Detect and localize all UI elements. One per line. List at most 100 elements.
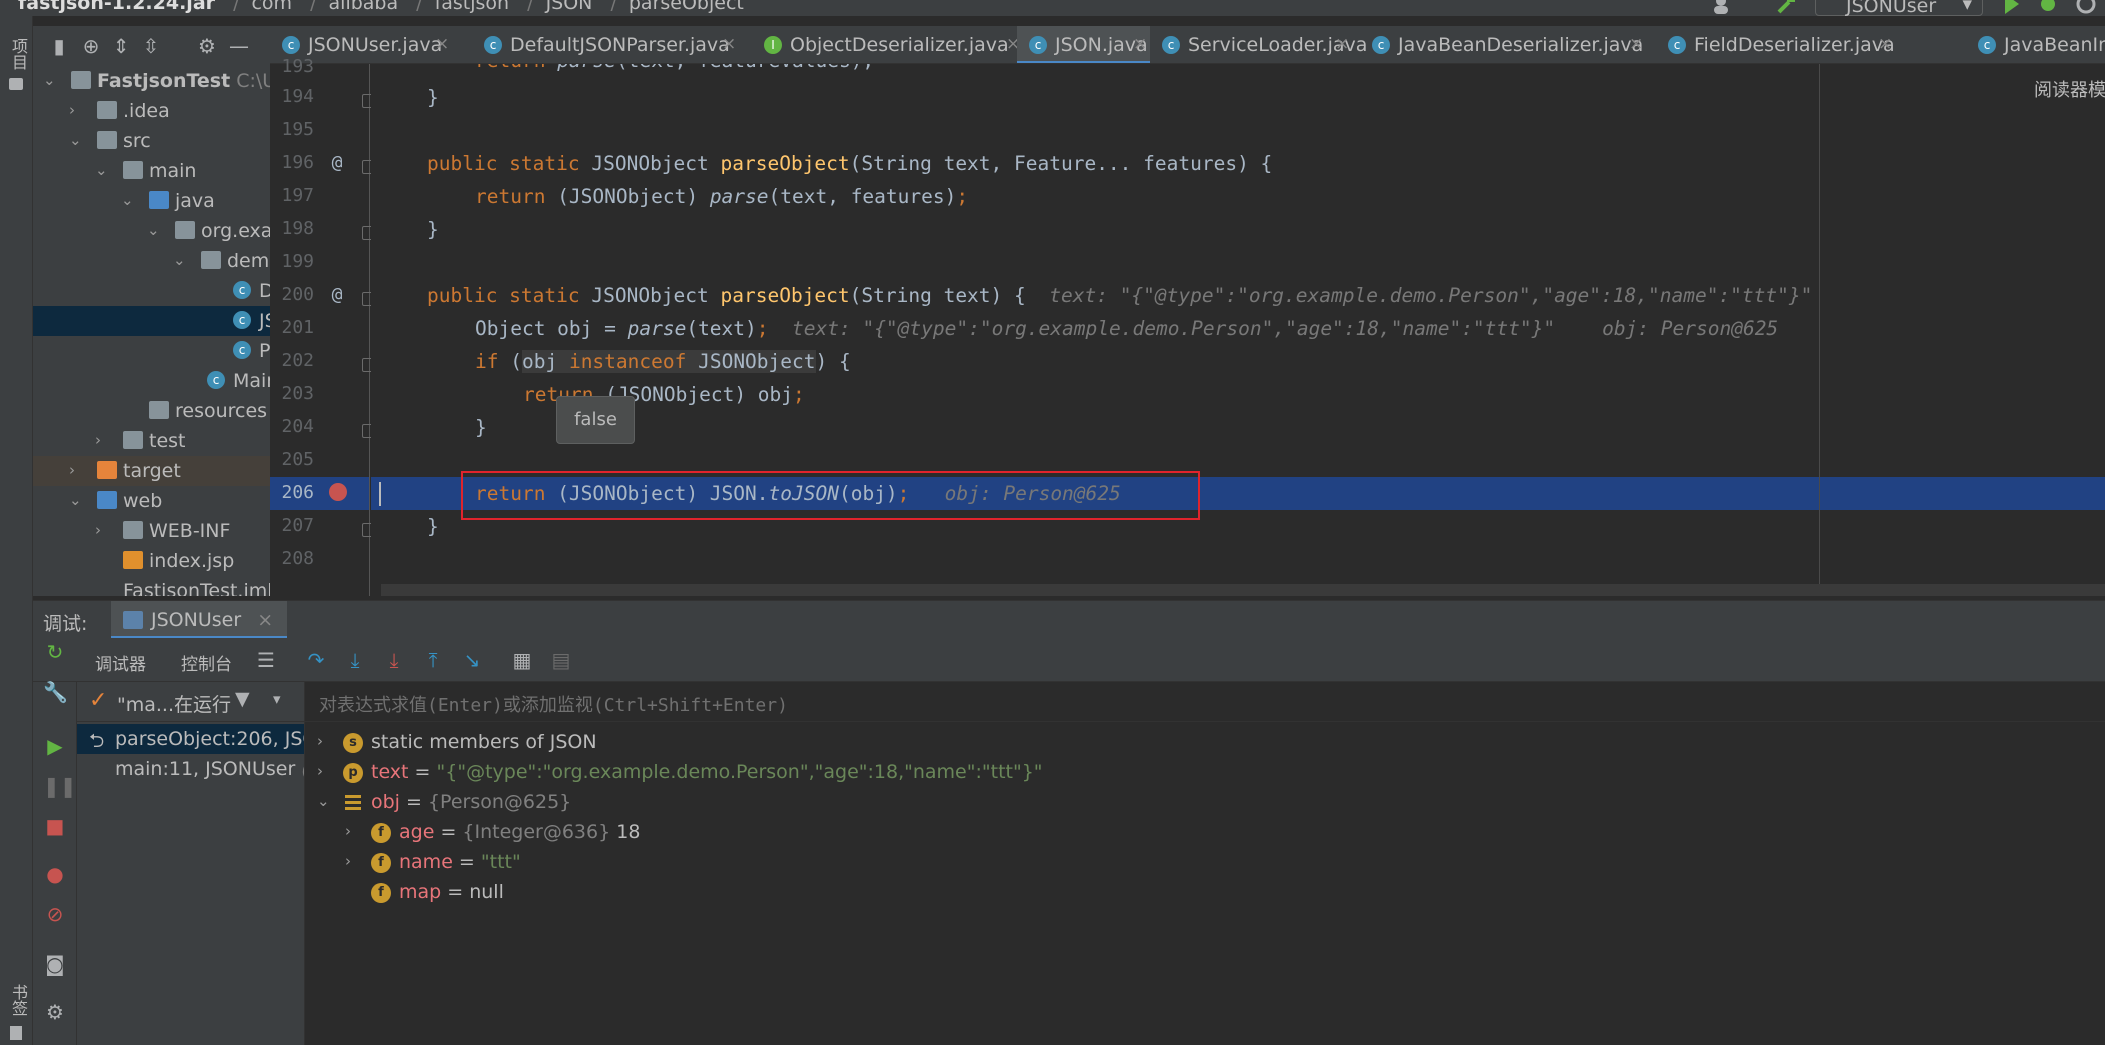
debug-bug-icon[interactable]: [2037, 0, 2059, 16]
filter-icon[interactable]: ▼: [235, 688, 250, 710]
camera-icon[interactable]: ◙: [43, 952, 67, 976]
variable-row[interactable]: › s static members of JSON: [305, 728, 2105, 758]
breadcrumb-parseobject[interactable]: parseObject: [629, 0, 744, 14]
chevron-down-icon[interactable]: ⌄: [317, 792, 330, 810]
chevron-right-icon[interactable]: ›: [345, 852, 351, 870]
breadcrumb-json[interactable]: JSON: [546, 0, 593, 14]
expand-all-icon[interactable]: ⇕: [109, 34, 133, 58]
pause-icon[interactable]: ❚❚: [43, 774, 77, 798]
tree-item-class[interactable]: c D: [33, 276, 270, 306]
breadcrumb-alibaba[interactable]: alibaba: [329, 0, 399, 14]
step-over-icon[interactable]: ↷: [303, 648, 329, 672]
tree-item-src[interactable]: ⌄ src: [33, 126, 270, 156]
gear-icon[interactable]: ⚙: [43, 1000, 67, 1024]
tab-fielddeserializer[interactable]: c FieldDeserializer.java ×: [1656, 26, 1896, 63]
tree-item-class[interactable]: c Main: [33, 366, 270, 396]
stop-icon[interactable]: ■: [43, 814, 67, 838]
close-icon[interactable]: ×: [1878, 34, 1892, 54]
chevron-down-icon[interactable]: ⌄: [147, 221, 161, 241]
variable-row[interactable]: › p text = "{"@type":"org.example.demo.P…: [305, 758, 2105, 788]
tree-item-test[interactable]: › test: [33, 426, 270, 456]
minimize-icon[interactable]: —: [227, 34, 251, 58]
build-hammer-icon[interactable]: [1775, 0, 1797, 16]
chevron-down-icon[interactable]: ⌄: [69, 131, 83, 151]
breadcrumb-jar[interactable]: fastjson-1.2.24.jar: [18, 0, 215, 14]
chevron-down-icon[interactable]: ⌄: [121, 191, 135, 211]
close-icon[interactable]: ×: [257, 609, 273, 631]
chevron-right-icon[interactable]: ›: [345, 822, 351, 840]
tree-item-package[interactable]: ⌄ org.exa: [33, 216, 270, 246]
tab-json[interactable]: c JSON.java ×: [1017, 26, 1150, 63]
chevron-down-icon[interactable]: ⌄: [95, 161, 109, 181]
chevron-down-icon[interactable]: ⌄: [69, 491, 83, 511]
mute-breakpoints-icon[interactable]: ⊘: [43, 902, 67, 926]
chevron-down-icon[interactable]: ▾: [273, 690, 281, 708]
close-icon[interactable]: ×: [1133, 34, 1147, 54]
run-configuration-select[interactable]: JSONUser ▾: [1815, 0, 1983, 16]
close-icon[interactable]: ×: [435, 34, 449, 54]
collapse-all-icon[interactable]: ⇳: [139, 34, 163, 58]
tree-item-resources[interactable]: resources: [33, 396, 270, 426]
debug-session-tab[interactable]: JSONUser ×: [111, 601, 288, 639]
gear-icon[interactable]: ⚙: [195, 34, 219, 58]
run-to-cursor-icon[interactable]: ↘: [459, 648, 485, 672]
horizontal-scrollbar[interactable]: [381, 584, 2105, 596]
chevron-down-icon[interactable]: ⌄: [173, 251, 187, 271]
step-out-icon[interactable]: ⤒: [420, 648, 446, 672]
step-into-icon[interactable]: ⤓: [342, 648, 368, 672]
chevron-right-icon[interactable]: ›: [69, 461, 83, 481]
coverage-icon[interactable]: [2075, 0, 2097, 16]
override-marker-icon[interactable]: @: [328, 284, 346, 305]
chevron-right-icon[interactable]: ›: [317, 762, 323, 780]
tab-console[interactable]: 控制台: [181, 650, 232, 675]
chevron-right-icon[interactable]: ›: [95, 521, 109, 541]
tab-defaultjsonparser[interactable]: c DefaultJSONParser.java ×: [472, 26, 742, 63]
locate-file-icon[interactable]: ⊕: [79, 34, 103, 58]
tree-item-main[interactable]: ⌄ main: [33, 156, 270, 186]
tree-item-package[interactable]: ⌄ dem: [33, 246, 270, 276]
stack-frame[interactable]: ⮌ parseObject:206, JSON: [77, 724, 304, 754]
tree-item-class[interactable]: c JS: [33, 306, 270, 336]
view-breakpoints-icon[interactable]: ●: [43, 862, 67, 886]
menu-icon[interactable]: ☰: [253, 648, 279, 672]
watch-expression-input[interactable]: 对表达式求值(Enter)或添加监视(Ctrl+Shift+Enter): [305, 682, 2105, 722]
close-icon[interactable]: ×: [1335, 34, 1349, 54]
chevron-down-icon[interactable]: ⌄: [43, 71, 57, 91]
variable-row[interactable]: › f age = {Integer@636} 18: [305, 818, 2105, 848]
bookmarks-tool-window-button[interactable]: 书签: [6, 984, 30, 1016]
tab-objectdeserializer[interactable]: I ObjectDeserializer.java ×: [752, 26, 1024, 63]
tree-item-module[interactable]: ⌄ FastjsonTestC:\Use: [33, 66, 270, 96]
tab-javabeandeserializer[interactable]: c JavaBeanDeserializer.java ×: [1360, 26, 1646, 63]
chevron-right-icon[interactable]: ›: [317, 732, 323, 750]
variable-row[interactable]: › f name = "ttt": [305, 848, 2105, 878]
tree-item-java[interactable]: ⌄ java: [33, 186, 270, 216]
wrench-icon[interactable]: 🔧: [43, 680, 68, 704]
override-marker-icon[interactable]: @: [328, 152, 346, 173]
close-icon[interactable]: ×: [1629, 34, 1643, 54]
tab-serviceloader[interactable]: c ServiceLoader.java ×: [1150, 26, 1367, 63]
tree-item-class[interactable]: c P: [33, 336, 270, 366]
stack-frame[interactable]: main:11, JSONUser (o: [77, 754, 304, 784]
tree-item-idea[interactable]: › .idea: [33, 96, 270, 126]
tree-item-target[interactable]: › target: [33, 456, 270, 486]
trace-icon[interactable]: ▤: [548, 648, 574, 672]
run-icon[interactable]: [2001, 0, 2023, 16]
force-step-into-icon[interactable]: ⤓: [381, 648, 407, 672]
close-icon[interactable]: ×: [722, 34, 736, 54]
thread-selector[interactable]: ✓ "ma...在运行 ▼ ▾: [77, 682, 304, 722]
variable-row[interactable]: f map = null: [305, 878, 2105, 908]
tree-item-iml[interactable]: FastjsonTest.iml: [33, 576, 270, 596]
project-view-icon[interactable]: ▮: [47, 34, 71, 58]
evaluate-expression-icon[interactable]: ▦: [509, 648, 535, 672]
reader-mode-button[interactable]: 阅读器模: [2034, 76, 2105, 102]
chevron-right-icon[interactable]: ›: [95, 431, 109, 451]
tree-item-jsp[interactable]: index.jsp: [33, 546, 270, 576]
tab-javabeaninfo[interactable]: c JavaBeanInfo: [1966, 26, 2105, 63]
user-icon[interactable]: [1712, 0, 1734, 16]
breakpoint-icon[interactable]: [329, 483, 347, 501]
tree-item-web[interactable]: ⌄ web: [33, 486, 270, 516]
resume-icon[interactable]: ▶: [43, 734, 67, 758]
variable-row[interactable]: ⌄ obj = {Person@625}: [305, 788, 2105, 818]
breadcrumb-com[interactable]: com: [251, 0, 292, 14]
chevron-right-icon[interactable]: ›: [69, 101, 83, 121]
